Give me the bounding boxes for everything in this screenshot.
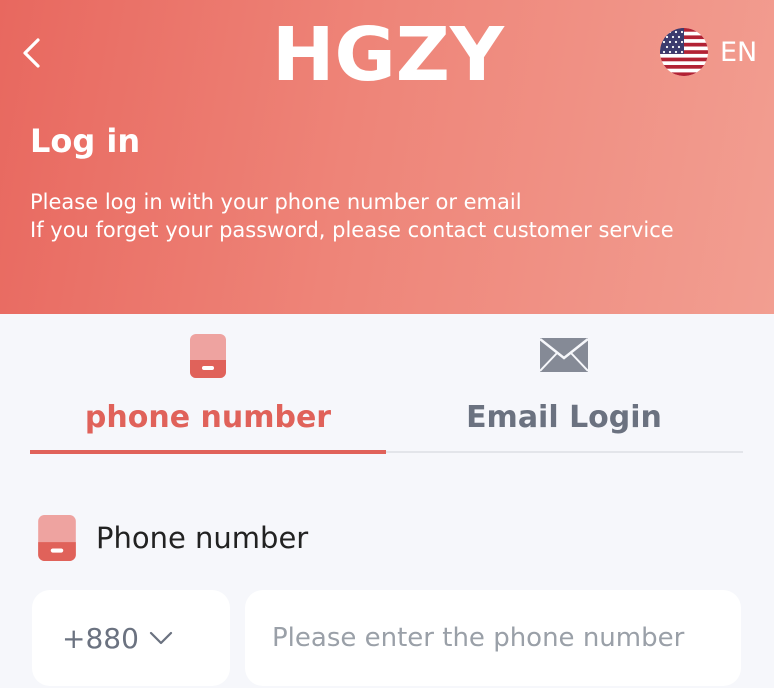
- phone-field-label-row: Phone number: [38, 515, 308, 561]
- tab-phone-number-label: phone number: [84, 400, 332, 435]
- login-method-tabs: phone number Email Login: [30, 314, 743, 454]
- language-label: EN: [720, 36, 758, 68]
- language-selector[interactable]: EN: [660, 28, 757, 76]
- svg-text:HGZY: HGZY: [272, 18, 505, 88]
- phone-number-input[interactable]: [245, 590, 741, 686]
- subtitle-line-1: Please log in with your phone number or …: [30, 190, 522, 214]
- envelope-icon: [540, 338, 588, 372]
- country-code-select[interactable]: +880: [32, 590, 230, 686]
- tab-email-login-label: Email Login: [466, 400, 662, 435]
- hgzy-logo: HGZY: [272, 18, 505, 88]
- chevron-down-icon: [149, 631, 173, 645]
- subtitle-line-2: If you forget your password, please cont…: [30, 218, 674, 242]
- us-flag-icon: [660, 28, 708, 76]
- tab-phone-number[interactable]: phone number: [30, 314, 386, 454]
- phone-icon: [38, 515, 76, 561]
- login-header: HGZY EN Log in Please log in with your p…: [0, 0, 774, 314]
- phone-number-label: Phone number: [96, 521, 309, 555]
- country-code-value: +880: [62, 621, 139, 655]
- back-button[interactable]: [18, 36, 48, 70]
- tab-email-login[interactable]: Email Login: [386, 314, 742, 454]
- active-tab-indicator: [30, 450, 386, 454]
- phone-icon: [190, 334, 226, 378]
- phone-input-container: [245, 590, 741, 686]
- page-title: Log in: [30, 122, 141, 160]
- chevron-left-icon: [23, 38, 40, 68]
- tab-divider: [386, 451, 743, 453]
